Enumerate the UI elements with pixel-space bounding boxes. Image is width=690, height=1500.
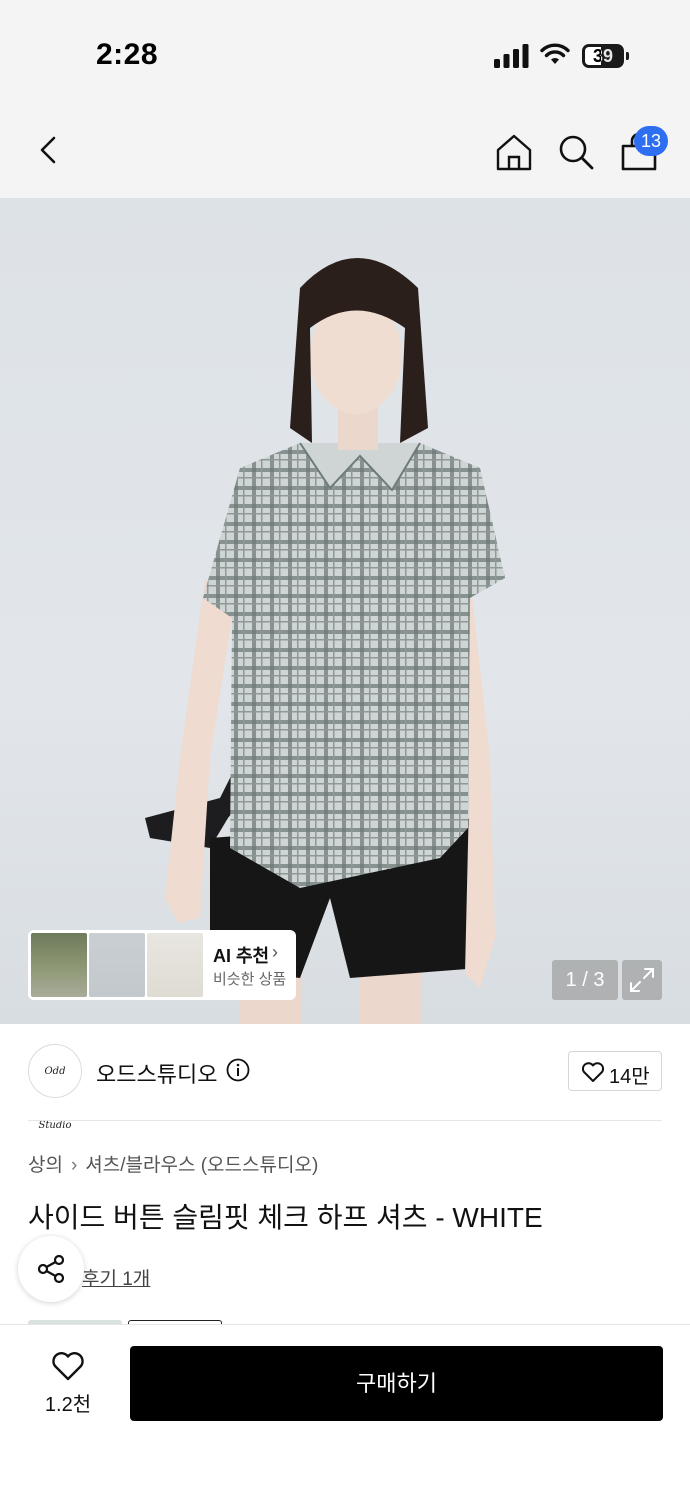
buy-button[interactable]: 구매하기 xyxy=(130,1346,663,1421)
back-arrow-icon[interactable] xyxy=(30,130,70,170)
status-time: 2:28 xyxy=(96,38,159,71)
wifi-icon xyxy=(540,43,570,64)
review-link[interactable]: 후기 1개 xyxy=(82,1264,150,1291)
info-icon[interactable] xyxy=(226,1058,250,1082)
chevron-right-icon: › xyxy=(272,942,278,962)
wishlist-count: 1.2천 xyxy=(44,1394,92,1416)
product-title: 사이드 버튼 슬림핏 체크 하프 셔츠 - WHITE xyxy=(28,1202,543,1233)
breadcrumb: 상의 › 셔츠/블라우스 (오드스튜디오) xyxy=(28,1150,318,1177)
recommended-thumbnail[interactable] xyxy=(31,933,87,997)
cart-count-badge: 13 xyxy=(634,126,668,156)
battery-level: 39 xyxy=(592,46,614,66)
top-navigation xyxy=(0,100,690,198)
image-page-indicator: 1 / 3 xyxy=(552,960,618,1000)
battery-icon: 39 xyxy=(582,44,630,68)
search-icon[interactable] xyxy=(556,132,596,172)
product-image[interactable]: AI 추천 › 비슷한 상품 1 / 3 xyxy=(0,198,690,1024)
cellular-signal-icon xyxy=(494,44,529,68)
brand-like-button[interactable]: 14만 xyxy=(568,1051,662,1091)
breadcrumb-subcategory[interactable]: 셔츠/블라우스 (오드스튜디오) xyxy=(85,1150,318,1177)
chevron-right-icon: › xyxy=(70,1155,78,1176)
model-photo xyxy=(145,258,505,1024)
home-icon[interactable] xyxy=(494,132,534,172)
expand-icon[interactable] xyxy=(622,960,662,1000)
heart-icon[interactable] xyxy=(50,1350,86,1382)
heart-icon xyxy=(581,1062,605,1082)
share-icon xyxy=(37,1254,65,1284)
brand-like-count: 14만 xyxy=(609,1066,650,1088)
status-bar: 2:28 39 xyxy=(0,0,690,100)
ai-recommendation-title: AI 추천 xyxy=(213,946,270,966)
recommended-thumbnail[interactable] xyxy=(89,933,145,997)
ai-recommendation-subtitle: 비슷한 상품 xyxy=(213,971,287,988)
recommended-thumbnail[interactable] xyxy=(147,933,203,997)
ai-recommendation-card[interactable]: AI 추천 › 비슷한 상품 xyxy=(28,930,296,1000)
breadcrumb-category[interactable]: 상의 xyxy=(28,1150,63,1177)
brand-name[interactable]: 오드스튜디오 xyxy=(96,1057,217,1089)
brand-logo[interactable]: Odd Studio xyxy=(28,1044,82,1131)
divider xyxy=(28,1120,662,1121)
share-button[interactable] xyxy=(18,1236,84,1302)
